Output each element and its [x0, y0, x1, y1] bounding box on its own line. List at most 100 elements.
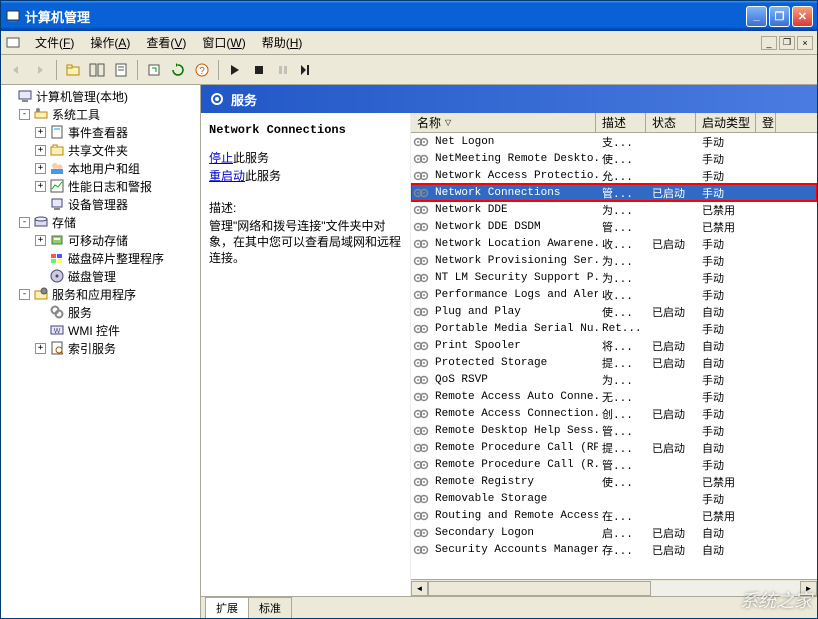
- expand-toggle[interactable]: +: [35, 127, 46, 138]
- tree-node[interactable]: 计算机管理(本地): [3, 87, 198, 105]
- service-row[interactable]: Network DDE为...已禁用: [411, 201, 817, 218]
- stop-link[interactable]: 停止: [209, 151, 233, 165]
- tree-node[interactable]: 磁盘碎片整理程序: [3, 249, 198, 267]
- service-row[interactable]: NT LM Security Support P...为...手动: [411, 269, 817, 286]
- service-row[interactable]: Plug and Play使...已启动自动: [411, 303, 817, 320]
- service-row[interactable]: Performance Logs and Alerts收...手动: [411, 286, 817, 303]
- service-row[interactable]: Protected Storage提...已启动自动: [411, 354, 817, 371]
- tree-node[interactable]: -服务和应用程序: [3, 285, 198, 303]
- scroll-thumb[interactable]: [428, 581, 651, 596]
- pause-service-button[interactable]: [272, 59, 294, 81]
- scroll-right-button[interactable]: ►: [800, 581, 817, 596]
- service-desc: 使...: [598, 474, 648, 490]
- service-row[interactable]: Portable Media Serial Nu...Ret...手动: [411, 320, 817, 337]
- tree-node[interactable]: +共享文件夹: [3, 141, 198, 159]
- tree-node[interactable]: +事件查看器: [3, 123, 198, 141]
- service-row[interactable]: Remote Procedure Call (R...管...手动: [411, 456, 817, 473]
- mdi-close-button[interactable]: ×: [797, 36, 813, 50]
- expand-toggle[interactable]: +: [35, 145, 46, 156]
- service-row[interactable]: Network Provisioning Ser...为...手动: [411, 252, 817, 269]
- help-button[interactable]: ?: [191, 59, 213, 81]
- service-row[interactable]: Security Accounts Manager存...已启动自动: [411, 541, 817, 558]
- tools-icon: [33, 106, 49, 122]
- gear-icon: [413, 389, 429, 405]
- column-startup[interactable]: 启动类型: [696, 113, 756, 132]
- column-logon[interactable]: 登: [756, 113, 776, 132]
- tree-node[interactable]: +本地用户和组: [3, 159, 198, 177]
- expand-toggle[interactable]: +: [35, 163, 46, 174]
- properties-button[interactable]: [110, 59, 132, 81]
- up-button[interactable]: [62, 59, 84, 81]
- service-name: Network DDE: [431, 204, 598, 216]
- tab-extended[interactable]: 扩展: [205, 597, 249, 618]
- minimize-button[interactable]: _: [746, 6, 767, 27]
- stop-service-button[interactable]: [248, 59, 270, 81]
- service-row[interactable]: QoS RSVP为...手动: [411, 371, 817, 388]
- mmc-icon: [5, 35, 21, 51]
- column-status[interactable]: 状态: [646, 113, 696, 132]
- back-button[interactable]: [5, 59, 27, 81]
- tree-node[interactable]: +可移动存储: [3, 231, 198, 249]
- service-row[interactable]: Net Logon支...手动: [411, 133, 817, 150]
- mdi-restore-button[interactable]: ❐: [779, 36, 795, 50]
- gear-icon: [413, 457, 429, 473]
- tree-node[interactable]: 设备管理器: [3, 195, 198, 213]
- tree-node[interactable]: +性能日志和警报: [3, 177, 198, 195]
- tree-node[interactable]: 磁盘管理: [3, 267, 198, 285]
- expand-toggle[interactable]: -: [19, 289, 30, 300]
- menu-w[interactable]: 窗口(W): [194, 34, 253, 52]
- service-name: Print Spooler: [431, 340, 598, 352]
- expand-toggle[interactable]: +: [35, 343, 46, 354]
- menu-v[interactable]: 查看(V): [138, 34, 194, 52]
- service-startup: 自动: [698, 542, 758, 558]
- tree-pane[interactable]: 计算机管理(本地)-系统工具+事件查看器+共享文件夹+本地用户和组+性能日志和警…: [1, 85, 201, 618]
- column-name[interactable]: 名称 ▽: [411, 113, 596, 132]
- service-desc: 管...: [598, 457, 648, 473]
- service-row[interactable]: Network Access Protectio...允...手动: [411, 167, 817, 184]
- service-row[interactable]: Remote Access Auto Conne...无...手动: [411, 388, 817, 405]
- service-row[interactable]: Remote Registry使...已禁用: [411, 473, 817, 490]
- tree-label: 磁盘管理: [68, 268, 116, 285]
- menu-a[interactable]: 操作(A): [82, 34, 138, 52]
- services-list[interactable]: Net Logon支...手动NetMeeting Remote Deskto.…: [411, 133, 817, 579]
- tree-node[interactable]: -存储: [3, 213, 198, 231]
- tree-node[interactable]: 服务: [3, 303, 198, 321]
- show-hide-tree-button[interactable]: [86, 59, 108, 81]
- expand-toggle[interactable]: +: [35, 235, 46, 246]
- service-startup: 手动: [698, 406, 758, 422]
- service-row[interactable]: Print Spooler将...已启动自动: [411, 337, 817, 354]
- column-desc[interactable]: 描述: [596, 113, 646, 132]
- restart-link[interactable]: 重启动: [209, 169, 245, 183]
- removable-icon: [49, 232, 65, 248]
- refresh-button[interactable]: [167, 59, 189, 81]
- expand-toggle[interactable]: -: [19, 217, 30, 228]
- menu-h[interactable]: 帮助(H): [254, 34, 311, 52]
- horizontal-scrollbar[interactable]: ◄ ►: [411, 579, 817, 596]
- scroll-left-button[interactable]: ◄: [411, 581, 428, 596]
- service-row[interactable]: Secondary Logon启...已启动自动: [411, 524, 817, 541]
- service-row[interactable]: Removable Storage手动: [411, 490, 817, 507]
- service-detail-pane: Network Connections 停止此服务 重启动此服务 描述: 管理"…: [201, 113, 411, 596]
- service-row[interactable]: Network DDE DSDM管...已禁用: [411, 218, 817, 235]
- restart-service-button[interactable]: [296, 59, 318, 81]
- export-button[interactable]: [143, 59, 165, 81]
- service-row[interactable]: Network Connections管...已启动手动: [411, 184, 817, 201]
- expand-toggle[interactable]: -: [19, 109, 30, 120]
- maximize-button[interactable]: ❐: [769, 6, 790, 27]
- service-row[interactable]: Network Location Awarene...收...已启动手动: [411, 235, 817, 252]
- service-row[interactable]: Remote Access Connection...创...已启动手动: [411, 405, 817, 422]
- tree-node[interactable]: WWMI 控件: [3, 321, 198, 339]
- expand-toggle[interactable]: +: [35, 181, 46, 192]
- service-row[interactable]: NetMeeting Remote Deskto...使...手动: [411, 150, 817, 167]
- forward-button[interactable]: [29, 59, 51, 81]
- service-row[interactable]: Remote Procedure Call (RPC)提...已启动自动: [411, 439, 817, 456]
- tree-node[interactable]: +索引服务: [3, 339, 198, 357]
- start-service-button[interactable]: [224, 59, 246, 81]
- service-row[interactable]: Remote Desktop Help Sess...管...手动: [411, 422, 817, 439]
- close-button[interactable]: ✕: [792, 6, 813, 27]
- service-row[interactable]: Routing and Remote Access在...已禁用: [411, 507, 817, 524]
- menu-f[interactable]: 文件(F): [27, 34, 82, 52]
- tree-node[interactable]: -系统工具: [3, 105, 198, 123]
- tab-standard[interactable]: 标准: [248, 597, 292, 618]
- mdi-minimize-button[interactable]: _: [761, 36, 777, 50]
